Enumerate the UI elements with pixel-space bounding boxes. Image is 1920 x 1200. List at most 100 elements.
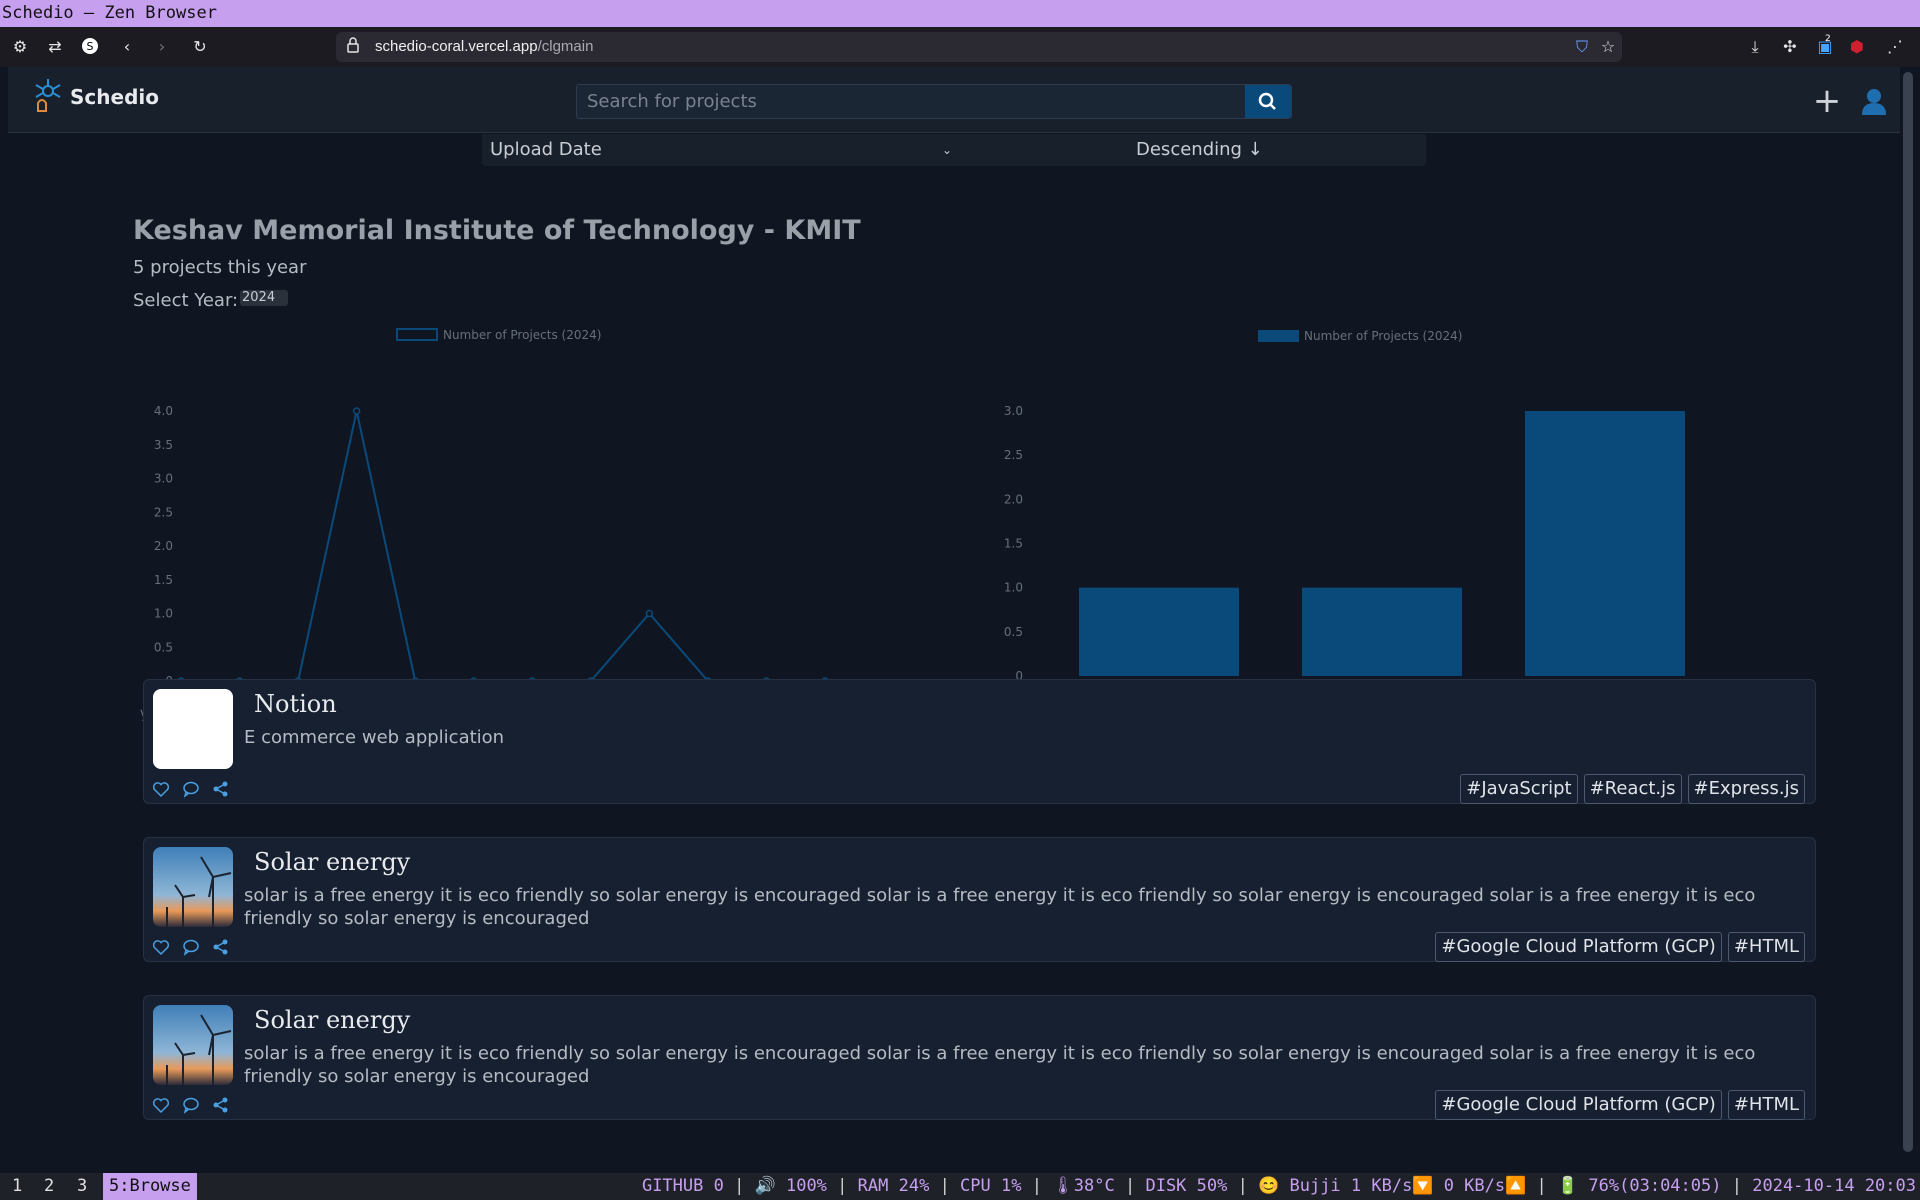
y-tick-label: 2.5 bbox=[1004, 448, 1023, 462]
institution-title: Keshav Memorial Institute of Technology … bbox=[133, 215, 861, 246]
brand-name[interactable]: Schedio bbox=[70, 85, 159, 109]
project-card[interactable]: Solar energy solar is a free energy it is… bbox=[143, 837, 1816, 962]
scrollbar-thumb[interactable] bbox=[1903, 72, 1913, 1152]
extension-badge-count: 2 bbox=[1825, 34, 1831, 44]
search-button[interactable] bbox=[1245, 85, 1291, 118]
reload-icon[interactable]: ↻ bbox=[190, 37, 210, 57]
chevron-down-icon[interactable]: ⌄ bbox=[942, 134, 952, 166]
settings-icon[interactable]: ⚙ bbox=[10, 37, 30, 57]
comment-icon[interactable] bbox=[182, 938, 200, 956]
y-tick-label: 2.0 bbox=[154, 539, 173, 553]
card-actions bbox=[152, 780, 242, 798]
status-widgets: GITHUB 0 | 🔊 100% | RAM 24% | CPU 1% | 🌡… bbox=[641, 1176, 1916, 1196]
tag-chip[interactable]: #Google Cloud Platform (GCP) bbox=[1435, 932, 1722, 962]
y-tick-label: 3.0 bbox=[154, 472, 173, 486]
data-point[interactable] bbox=[645, 609, 654, 618]
bookmark-star-icon[interactable]: ☆ bbox=[1598, 37, 1618, 57]
workspace-5-browse[interactable]: 5:Browse bbox=[103, 1173, 197, 1200]
project-title[interactable]: Solar energy bbox=[254, 1006, 410, 1034]
legend-swatch bbox=[1258, 330, 1299, 342]
svg-text:S: S bbox=[87, 40, 94, 53]
tag-chip[interactable]: #JavaScript bbox=[1460, 774, 1578, 804]
project-card[interactable]: Notion E commerce web application #JavaScr… bbox=[143, 679, 1816, 804]
battery-status: 🔋 76%(03:04:05) bbox=[1557, 1176, 1722, 1196]
project-thumbnail[interactable] bbox=[153, 689, 233, 769]
sort-order-button[interactable]: Descending ↓ bbox=[1136, 134, 1263, 166]
category-projects-chart: Number of Projects (2024) 0 0.5 1.0 1.5 2.0 2.… bbox=[983, 317, 1703, 741]
select-year-label: Select Year: bbox=[133, 290, 239, 311]
comment-icon[interactable] bbox=[182, 780, 200, 798]
y-tick-label: 2.5 bbox=[154, 505, 173, 519]
tag-chip[interactable]: #Express.js bbox=[1687, 774, 1805, 804]
project-description: solar is a free energy it is eco friendl… bbox=[244, 1043, 1756, 1087]
bar-legend[interactable]: Number of Projects (2024) bbox=[1258, 329, 1462, 343]
downloads-icon[interactable]: ⤓ bbox=[1745, 37, 1765, 57]
ram-status: RAM 24% bbox=[857, 1176, 930, 1196]
network-status: 😊 Bujji 1 KB/s🔽 0 KB/s🔼 bbox=[1258, 1176, 1527, 1196]
project-title[interactable]: Solar energy bbox=[254, 848, 410, 876]
bar[interactable] bbox=[1079, 587, 1239, 676]
ublock-icon[interactable]: ⬢ bbox=[1847, 37, 1867, 57]
volume-status: 🔊 100% bbox=[754, 1176, 827, 1196]
project-thumbnail[interactable] bbox=[153, 847, 233, 927]
cpu-status: CPU 1% bbox=[960, 1176, 1022, 1196]
comment-icon[interactable] bbox=[182, 1096, 200, 1114]
project-card[interactable]: Solar energy solar is a free energy it is… bbox=[143, 995, 1816, 1120]
sort-field-select[interactable]: Upload Date bbox=[490, 134, 960, 166]
bar-chart-svg: Number of Projects (2024)00.51.01.52.02.… bbox=[1004, 329, 1685, 726]
window-title: Schedio — Zen Browser bbox=[0, 0, 1920, 27]
year-select[interactable]: 2024 bbox=[240, 290, 288, 306]
menu-icon[interactable]: ⋰ bbox=[1885, 37, 1905, 57]
y-tick-label: 2.0 bbox=[1004, 492, 1023, 506]
y-tick-label: 1.0 bbox=[154, 607, 173, 621]
extension-badge-icon[interactable]: 2 ▣ bbox=[1815, 34, 1835, 57]
search-bar bbox=[576, 84, 1292, 119]
github-status: GITHUB 0 bbox=[641, 1176, 724, 1196]
card-actions bbox=[152, 1096, 242, 1114]
forward-icon[interactable]: › bbox=[152, 37, 172, 57]
url-bar[interactable]: schedio-coral.vercel.app/clgmain ⛉ ☆ bbox=[336, 32, 1622, 62]
like-heart-icon[interactable] bbox=[152, 780, 170, 798]
tag-chip[interactable]: #HTML bbox=[1727, 932, 1805, 962]
schedio-logo-icon[interactable] bbox=[30, 77, 66, 117]
data-point[interactable] bbox=[352, 407, 361, 415]
app-header: Schedio + bbox=[8, 67, 1900, 133]
card-actions bbox=[152, 938, 242, 956]
workspace-2[interactable]: 2 bbox=[38, 1173, 60, 1200]
lock-icon[interactable] bbox=[343, 37, 363, 57]
disk-status: DISK 50% bbox=[1145, 1176, 1228, 1196]
workspace-1[interactable]: 1 bbox=[6, 1173, 28, 1200]
like-heart-icon[interactable] bbox=[152, 1096, 170, 1114]
plus-icon: + bbox=[1812, 81, 1842, 121]
bar[interactable] bbox=[1525, 411, 1685, 676]
y-tick-label: 3.0 bbox=[1004, 404, 1023, 418]
add-project-button[interactable]: + bbox=[1812, 84, 1842, 118]
search-input[interactable] bbox=[577, 85, 1253, 118]
search-icon bbox=[1258, 92, 1276, 110]
project-title[interactable]: Notion bbox=[254, 690, 337, 718]
bar[interactable] bbox=[1302, 587, 1462, 676]
share-icon[interactable] bbox=[212, 1096, 230, 1114]
tag-list: #JavaScript #React.js #Express.js bbox=[1460, 774, 1805, 804]
share-icon[interactable] bbox=[212, 938, 230, 956]
sync-icon[interactable]: ⇄ bbox=[45, 37, 65, 57]
like-heart-icon[interactable] bbox=[152, 938, 170, 956]
extensions-icon[interactable]: ✣ bbox=[1780, 37, 1800, 57]
workspace-3[interactable]: 3 bbox=[71, 1173, 93, 1200]
monthly-projects-chart: Number of Projects (2024)00.51.01.52.02.… bbox=[128, 317, 848, 741]
back-icon[interactable]: ‹ bbox=[117, 37, 137, 57]
project-description: E commerce web application bbox=[244, 727, 505, 748]
user-profile-icon[interactable] bbox=[1860, 87, 1888, 117]
tag-chip[interactable]: #HTML bbox=[1727, 1090, 1805, 1120]
share-icon[interactable] bbox=[212, 780, 230, 798]
line-legend[interactable]: Number of Projects (2024) bbox=[396, 328, 601, 342]
url-text[interactable]: schedio-coral.vercel.app/clgmain bbox=[375, 32, 593, 62]
project-thumbnail[interactable] bbox=[153, 1005, 233, 1085]
tag-chip[interactable]: #React.js bbox=[1583, 774, 1682, 804]
y-tick-label: 4.0 bbox=[154, 404, 173, 418]
tag-list: #Google Cloud Platform (GCP) #HTML bbox=[1435, 932, 1805, 962]
tag-chip[interactable]: #Google Cloud Platform (GCP) bbox=[1435, 1090, 1722, 1120]
tracking-shield-icon[interactable]: ⛉ bbox=[1572, 37, 1592, 57]
site-favicon-icon[interactable]: S bbox=[80, 37, 100, 57]
project-description: solar is a free energy it is eco friendl… bbox=[244, 885, 1756, 929]
